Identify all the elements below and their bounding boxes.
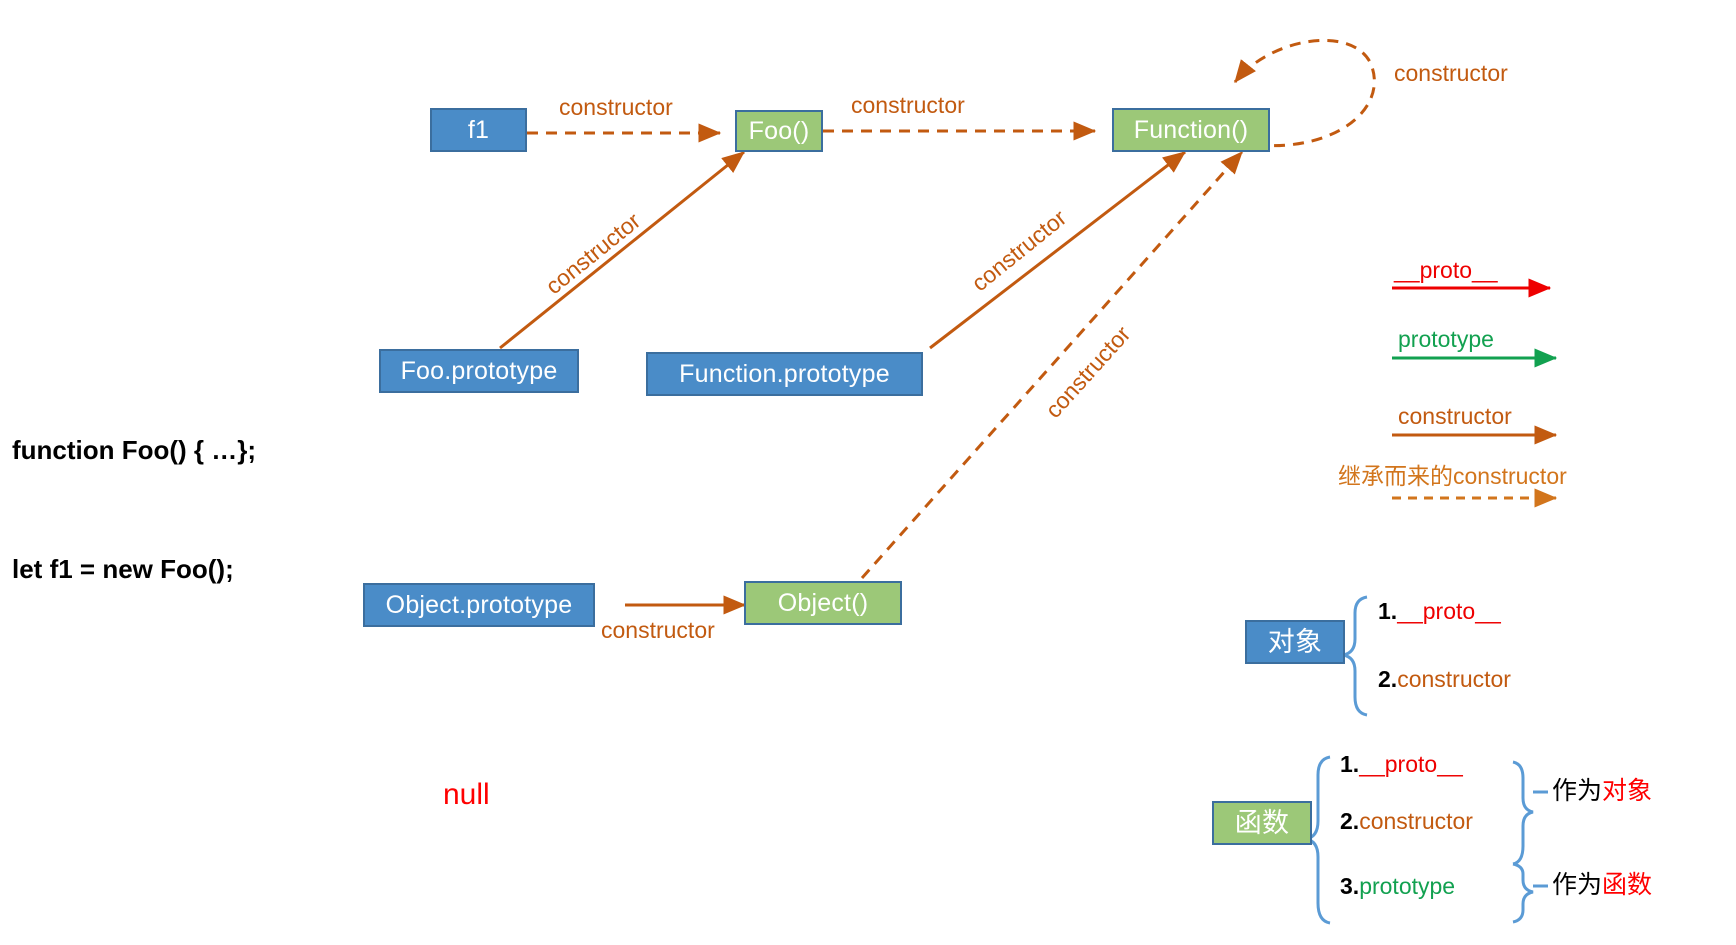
code-line-1: function Foo() { …}; xyxy=(12,435,257,466)
function-note-brace-function xyxy=(1512,862,1534,924)
function-note-as-function-prefix: 作为 xyxy=(1552,871,1603,899)
edge-label-fooprototype-to-foo: constructor xyxy=(540,207,646,300)
edge-label-functionprototype-to-function: constructor xyxy=(966,204,1072,297)
function-note-as-object: 作为对象 xyxy=(1552,779,1652,804)
node-function[interactable]: Function() xyxy=(1112,108,1270,152)
object-group-item-2-label: constructor xyxy=(1397,666,1511,692)
edge-label-objectprototype-to-object: constructor xyxy=(601,617,715,643)
object-group-item-1: 1.__proto__ xyxy=(1378,600,1501,623)
edge-fooprototype-to-foo xyxy=(499,150,745,350)
function-group-item-1-number: 1. xyxy=(1340,751,1360,777)
function-group-item-1: 1.__proto__ xyxy=(1340,753,1463,776)
function-group-item-1-label: __proto__ xyxy=(1359,751,1463,777)
object-group-item-2-number: 2. xyxy=(1378,666,1398,692)
function-note-brace-object xyxy=(1512,760,1534,866)
function-group-item-3: 3.prototype xyxy=(1340,875,1455,898)
code-line-2: let f1 = new Foo(); xyxy=(12,553,234,584)
node-object[interactable]: Object() xyxy=(744,581,902,625)
function-group-item-2-label: constructor xyxy=(1359,808,1473,834)
object-group-brace xyxy=(1342,595,1368,717)
edge-label-foo-to-function: constructor xyxy=(851,92,965,118)
node-foo[interactable]: Foo() xyxy=(735,110,823,152)
function-group-item-3-number: 3. xyxy=(1340,873,1360,899)
edge-functionprototype-to-function xyxy=(929,150,1186,350)
node-foo-prototype[interactable]: Foo.prototype xyxy=(379,349,579,393)
node-object-prototype[interactable]: Object.prototype xyxy=(363,583,595,627)
edge-label-function-self: constructor xyxy=(1394,60,1508,86)
function-note-as-function-highlight: 函数 xyxy=(1602,871,1653,899)
function-note-as-object-highlight: 对象 xyxy=(1602,777,1653,805)
node-object-cjk[interactable]: 对象 xyxy=(1245,620,1345,664)
function-group-item-3-label: prototype xyxy=(1359,873,1456,899)
function-group-item-2-number: 2. xyxy=(1340,808,1360,834)
edge-label-f1-to-foo: constructor xyxy=(559,94,673,120)
null-label: null xyxy=(443,778,490,811)
edge-label-object-to-function: constructor xyxy=(1039,320,1136,423)
function-note-as-function: 作为函数 xyxy=(1552,873,1652,898)
legend-label-prototype: prototype xyxy=(1398,326,1494,352)
legend-label-constructor: constructor xyxy=(1398,403,1512,429)
object-group-item-1-label: __proto__ xyxy=(1397,598,1501,624)
object-group-item-2: 2.constructor xyxy=(1378,668,1511,691)
object-group-item-1-number: 1. xyxy=(1378,598,1398,624)
function-note-as-object-prefix: 作为 xyxy=(1552,777,1603,805)
node-f1[interactable]: f1 xyxy=(430,108,527,152)
legend-label-inherited-constructor: 继承而来的constructor xyxy=(1338,463,1567,489)
legend-label-proto: __proto__ xyxy=(1394,257,1498,283)
diagram-canvas: Foo() (dashed) --> Function() (dashed) -… xyxy=(0,0,1736,945)
node-function-prototype[interactable]: Function.prototype xyxy=(646,352,923,396)
function-group-item-2: 2.constructor xyxy=(1340,810,1473,833)
code-snippet: function Foo() { …}; let f1 = new Foo(); xyxy=(12,352,256,668)
node-function-cjk[interactable]: 函数 xyxy=(1212,801,1312,845)
